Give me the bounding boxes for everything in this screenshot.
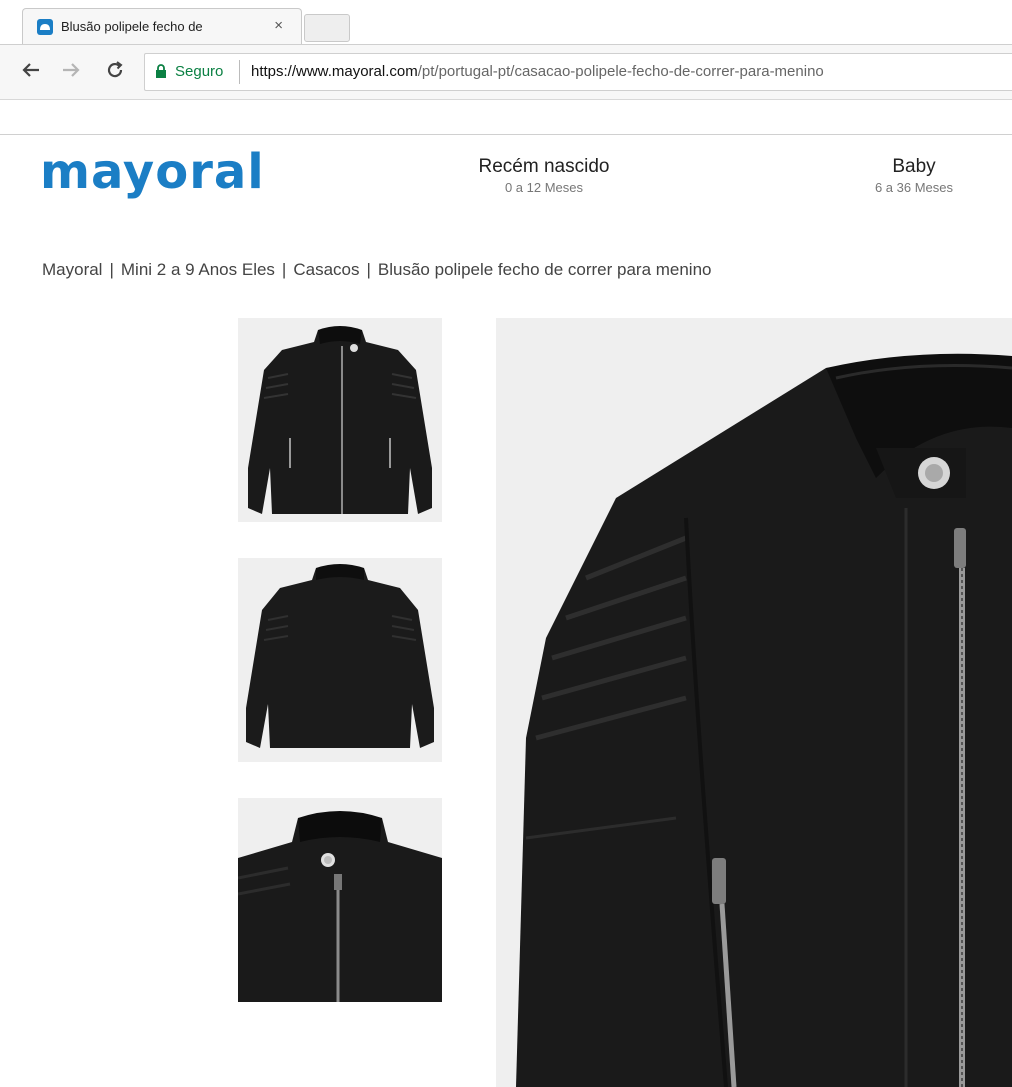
breadcrumb-current: Blusão polipele fecho de correr para men… bbox=[377, 260, 712, 279]
nav-title: Baby bbox=[892, 156, 936, 177]
url-text[interactable]: https://www.mayoral.com/pt/portugal-pt/c… bbox=[251, 63, 1011, 80]
browser-tab[interactable]: Blusão polipele fecho de × bbox=[22, 8, 302, 45]
jacket-closeup-image bbox=[516, 353, 1012, 1087]
new-tab-button[interactable] bbox=[304, 14, 350, 42]
browser-toolbar: Seguro https://www.mayoral.com/pt/portug… bbox=[0, 44, 1012, 100]
jacket-detail-image bbox=[238, 811, 442, 1002]
breadcrumb-item[interactable]: Mini 2 a 9 Anos Eles bbox=[121, 260, 275, 279]
reload-icon[interactable] bbox=[104, 59, 126, 81]
nav-subtitle: 0 a 12 Meses bbox=[504, 180, 584, 195]
nav-recem-nascido[interactable]: Recém nascido 0 a 12 Meses bbox=[444, 156, 644, 195]
secure-label: Seguro bbox=[175, 63, 224, 80]
header-divider bbox=[0, 134, 1012, 135]
address-bar[interactable]: Seguro https://www.mayoral.com/pt/portug… bbox=[144, 53, 1012, 91]
nav-subtitle: 6 a 36 Meses bbox=[874, 180, 954, 195]
mayoral-logo[interactable]: mayoral bbox=[40, 144, 265, 200]
breadcrumb-separator: | bbox=[366, 260, 371, 279]
thumbnail-front[interactable] bbox=[238, 318, 442, 522]
tab-strip: Blusão polipele fecho de × bbox=[0, 0, 1012, 45]
thumbnail-back[interactable] bbox=[238, 558, 442, 762]
breadcrumb-separator: | bbox=[109, 260, 114, 279]
url-host: https://www.mayoral.com bbox=[251, 63, 418, 80]
url-path: /pt/portugal-pt/casacao-polipele-fecho-d… bbox=[417, 63, 824, 80]
omnibox-separator bbox=[239, 60, 240, 84]
jacket-front-image bbox=[248, 326, 432, 514]
breadcrumb-item[interactable]: Casacos bbox=[293, 260, 359, 279]
breadcrumb: Mayoral | Mini 2 a 9 Anos Eles | Casacos | Blu… bbox=[42, 260, 712, 280]
breadcrumb-separator: | bbox=[281, 260, 287, 279]
tab-close-icon[interactable]: × bbox=[274, 17, 283, 34]
lock-icon bbox=[155, 64, 167, 79]
jacket-back-image bbox=[246, 564, 434, 748]
thumbnail-detail[interactable] bbox=[238, 798, 442, 1002]
mayoral-favicon-icon bbox=[37, 19, 53, 35]
back-arrow-icon[interactable] bbox=[20, 59, 42, 81]
forward-arrow-icon[interactable] bbox=[60, 59, 82, 81]
tab-title: Blusão polipele fecho de bbox=[61, 19, 203, 34]
nav-title: Recém nascido bbox=[478, 156, 610, 177]
nav-baby[interactable]: Baby 6 a 36 Meses bbox=[854, 156, 974, 195]
breadcrumb-item[interactable]: Mayoral bbox=[42, 260, 102, 279]
main-product-image[interactable] bbox=[496, 318, 1012, 1087]
